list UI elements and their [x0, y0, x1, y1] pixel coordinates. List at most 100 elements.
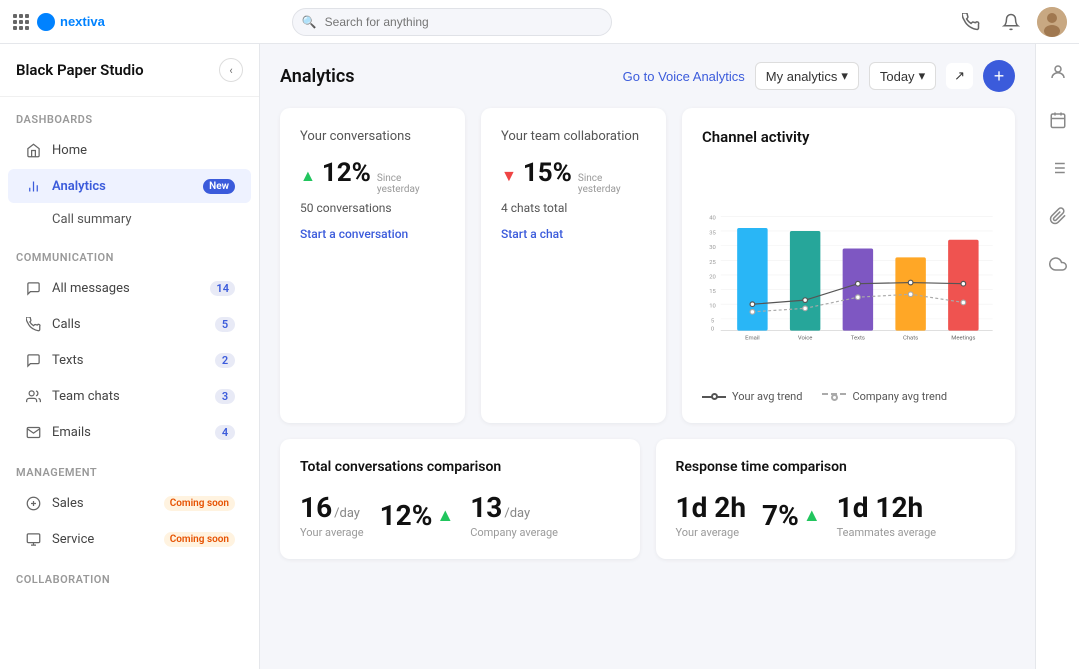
response-pct-row: 7% ▲: [762, 499, 821, 532]
texts-badge: 2: [215, 353, 235, 368]
page-header: Analytics Go to Voice Analytics My analy…: [280, 60, 1015, 92]
your-avg-label: Your average: [300, 526, 364, 539]
today-dropdown[interactable]: Today ▾: [869, 62, 936, 90]
analytics-icon: [24, 177, 42, 195]
management-section-label: Management: [0, 450, 259, 485]
sidebar-item-calls[interactable]: Calls 5: [8, 307, 251, 341]
svg-text:10: 10: [709, 304, 716, 310]
conversations-percent: 12%: [322, 158, 371, 188]
my-analytics-label: My analytics: [766, 69, 838, 84]
legend-company-label: Company avg trend: [852, 390, 947, 403]
conversations-since: Since yesterday: [377, 173, 445, 195]
avatar[interactable]: [1037, 7, 1067, 37]
voice-bar: [790, 231, 820, 331]
svg-text:Texts: Texts: [851, 335, 865, 341]
texts-bar: [843, 249, 873, 331]
topnav: nextiva 🔍: [0, 0, 1079, 44]
conversations-arrow: ▲: [300, 166, 316, 186]
legend-dot-dashed: [831, 394, 838, 401]
conversations-stat-main: ▲ 12% Since yesterday: [300, 158, 445, 195]
total-pct-row: 12% ▲: [380, 499, 455, 532]
email-bar: [737, 228, 767, 331]
sidebar-item-texts[interactable]: Texts 2: [8, 343, 251, 377]
channel-activity-card: Channel activity 40 35 30 25 20 15 10 5 …: [682, 108, 1015, 423]
person-icon[interactable]: [1042, 56, 1074, 88]
collaboration-arrow: ▼: [501, 166, 517, 186]
company-avg-block: 13 /day Company average: [470, 491, 558, 539]
emails-icon: [24, 423, 42, 441]
grid-icon: [12, 13, 30, 31]
bar-chart: 40 35 30 25 20 15 10 5 0: [702, 162, 995, 382]
company-trend-dot3: [856, 295, 861, 300]
bell-icon[interactable]: [997, 8, 1025, 36]
company-avg-unit: /day: [504, 506, 530, 521]
svg-text:nextiva: nextiva: [60, 14, 106, 29]
company-trend-dot2: [803, 306, 808, 311]
comparison-row: Total conversations comparison 16 /day Y…: [280, 439, 1015, 559]
start-conversation-link[interactable]: Start a conversation: [300, 227, 445, 241]
your-response-val: 1d 2h: [676, 491, 747, 524]
legend-company-avg: Company avg trend: [822, 390, 947, 403]
team-chats-label: Team chats: [52, 389, 205, 404]
total-pct: 12%: [380, 499, 433, 532]
chevron-down-icon: ▾: [841, 68, 848, 84]
paperclip-icon[interactable]: [1042, 200, 1074, 232]
search-input[interactable]: [292, 8, 612, 36]
layout: Black Paper Studio ‹ Dashboards Home Ana…: [0, 44, 1079, 669]
sidebar-item-emails[interactable]: Emails 4: [8, 415, 251, 449]
response-comparison-stats: 1d 2h Your average 7% ▲ 1d 12h: [676, 491, 996, 539]
calls-label: Calls: [52, 317, 205, 332]
share-button[interactable]: ↗: [946, 63, 973, 89]
total-comparison-card: Total conversations comparison 16 /day Y…: [280, 439, 640, 559]
legend-your-avg: Your avg trend: [702, 390, 802, 403]
company-avg-val-row: 13 /day: [470, 491, 558, 524]
search-icon: 🔍: [302, 15, 317, 29]
all-messages-badge: 14: [210, 281, 235, 296]
phone-icon[interactable]: [957, 8, 985, 36]
svg-text:Meetings: Meetings: [951, 335, 975, 341]
analytics-new-badge: New: [203, 179, 235, 194]
teammates-avg-label: Teammates average: [837, 526, 936, 539]
start-chat-link[interactable]: Start a chat: [501, 227, 646, 241]
main-content: Analytics Go to Voice Analytics My analy…: [260, 44, 1035, 669]
sidebar: Black Paper Studio ‹ Dashboards Home Ana…: [0, 44, 260, 669]
service-icon: [24, 530, 42, 548]
collaboration-card-title: Your team collaboration: [501, 128, 646, 146]
svg-text:40: 40: [709, 215, 716, 221]
nextiva-logo: nextiva: [36, 12, 106, 32]
collaboration-card: Your team collaboration ▼ 15% Since yest…: [481, 108, 666, 423]
sidebar-item-analytics[interactable]: Analytics New: [8, 169, 251, 203]
total-comparison-stats: 16 /day Your average 12% ▲ 13: [300, 491, 620, 539]
response-arrow: ▲: [803, 505, 821, 526]
share-icon: ↗: [954, 68, 965, 84]
add-button[interactable]: +: [983, 60, 1015, 92]
sidebar-item-all-messages[interactable]: All messages 14: [8, 271, 251, 305]
svg-text:Chats: Chats: [903, 335, 918, 341]
svg-text:Email: Email: [745, 335, 760, 341]
your-avg-val: 16: [300, 491, 332, 524]
my-analytics-dropdown[interactable]: My analytics ▾: [755, 62, 859, 90]
service-label: Service: [52, 532, 154, 547]
sidebar-item-sales[interactable]: Sales Coming soon: [8, 486, 251, 520]
legend-your-label: Your avg trend: [732, 390, 802, 403]
list-icon[interactable]: [1042, 152, 1074, 184]
service-coming-soon: Coming soon: [164, 532, 235, 547]
legend-dot-solid: [711, 393, 718, 400]
voice-analytics-link[interactable]: Go to Voice Analytics: [623, 69, 745, 84]
your-response-val-row: 1d 2h: [676, 491, 747, 524]
sidebar-item-home[interactable]: Home: [8, 133, 251, 167]
svg-text:0: 0: [711, 327, 714, 333]
calls-icon: [24, 315, 42, 333]
teammates-avg-block: 1d 12h Teammates average: [837, 491, 936, 539]
sidebar-header: Black Paper Studio ‹: [0, 44, 259, 97]
calendar-icon[interactable]: [1042, 104, 1074, 136]
sidebar-item-team-chats[interactable]: Team chats 3: [8, 379, 251, 413]
company-trend-dot: [750, 310, 755, 315]
sidebar-item-call-summary[interactable]: Call summary: [8, 205, 251, 234]
collaboration-stat-main: ▼ 15% Since yesterday: [501, 158, 646, 195]
sidebar-item-service[interactable]: Service Coming soon: [8, 522, 251, 556]
collapse-button[interactable]: ‹: [219, 58, 243, 82]
cloud-icon[interactable]: [1042, 248, 1074, 280]
collaboration-percent: 15%: [523, 158, 572, 188]
response-comparison-title: Response time comparison: [676, 459, 996, 475]
